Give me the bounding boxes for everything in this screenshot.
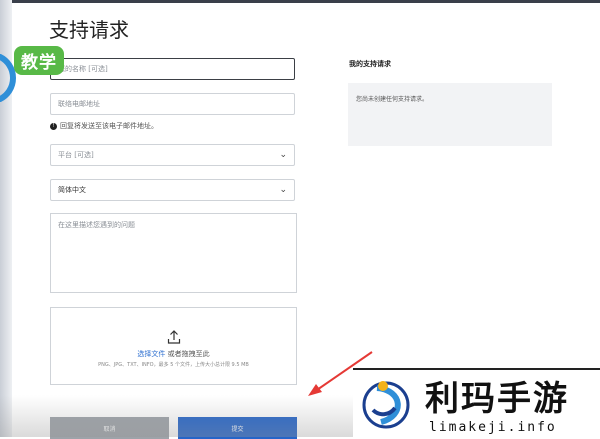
watermark-logo-icon — [362, 381, 410, 429]
top-bar — [0, 0, 600, 3]
email-input-placeholder: 联络电邮地址 — [58, 100, 100, 108]
watermark-title: 利玛手游 — [425, 379, 569, 419]
my-requests-title: 我的支持请求 — [349, 60, 391, 68]
chevron-down-icon: ⌄ — [279, 185, 287, 195]
chevron-down-icon: ⌄ — [279, 150, 287, 160]
cancel-button-label: 取消 — [103, 425, 116, 433]
description-placeholder: 在这里描述您遇到的问题 — [58, 221, 135, 229]
watermark-banner: 利玛手游 limakeji.info — [353, 368, 600, 437]
email-input[interactable]: 联络电邮地址 — [50, 93, 295, 115]
file-upload-dropzone[interactable]: 选择文件 或者拖拽至此 PNG、JPG、TXT、INFO，最多 5 个文件，上传… — [50, 307, 297, 385]
name-input-placeholder: 您的名称 [可选] — [58, 65, 108, 73]
cancel-button[interactable]: 取消 — [50, 417, 169, 439]
upload-limits: PNG、JPG、TXT、INFO，最多 5 个文件，上传大小总计限 9.5 MB — [98, 362, 249, 368]
email-hint-text: 回复将发送至该电子邮件地址。 — [60, 122, 158, 130]
choose-file-link[interactable]: 选择文件 — [137, 350, 165, 358]
my-requests-panel: 您尚未创建任何支持请求。 — [348, 83, 552, 146]
upload-icon — [167, 330, 180, 344]
description-textarea[interactable]: 在这里描述您遇到的问题 — [50, 213, 297, 293]
info-icon: ! — [50, 122, 57, 130]
language-select-value: 简体中文 — [58, 186, 86, 194]
submit-button-label: 提交 — [231, 425, 244, 433]
tutorial-badge: 教学 — [14, 46, 64, 75]
name-input[interactable]: 您的名称 [可选] — [50, 58, 295, 80]
platform-select-placeholder: 平台 [可选] — [58, 151, 94, 159]
upload-instruction: 选择文件 或者拖拽至此 — [51, 349, 296, 359]
upload-drag-text: 或者拖拽至此 — [165, 350, 210, 358]
submit-button[interactable]: 提交 — [178, 417, 297, 439]
watermark-url: limakeji.info — [429, 420, 557, 435]
platform-select[interactable]: 平台 [可选] ⌄ — [50, 144, 295, 166]
language-select[interactable]: 简体中文 ⌄ — [50, 179, 295, 201]
email-hint: ! 回复将发送至该电子邮件地址。 — [50, 121, 158, 131]
my-requests-empty-text: 您尚未创建任何支持请求。 — [356, 96, 429, 103]
page-title: 支持请求 — [49, 18, 129, 42]
